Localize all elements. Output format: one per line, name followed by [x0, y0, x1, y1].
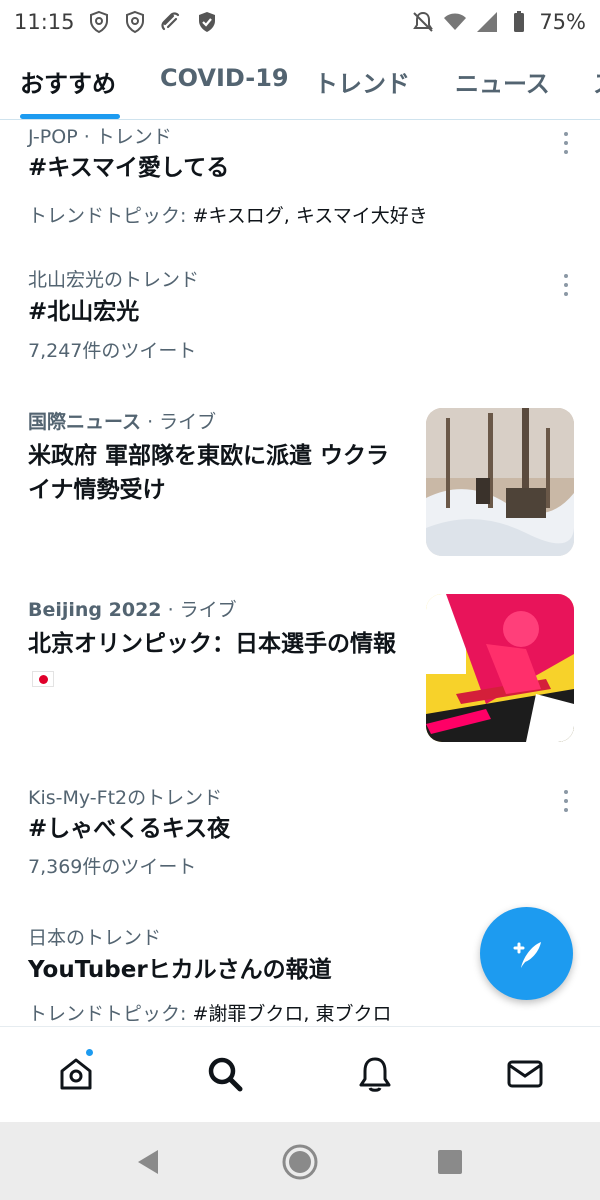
signal-icon [475, 10, 499, 34]
news-title: 米政府 軍部隊を東欧に派遣 ウクライナ情勢受け [28, 443, 390, 503]
live-label: · ライブ [141, 411, 217, 433]
wifi-icon [443, 10, 467, 34]
notifications-off-icon [411, 10, 435, 34]
messages-icon [507, 1060, 543, 1088]
live-label: · ライブ [161, 599, 237, 621]
compose-tweet-button[interactable] [480, 907, 573, 1000]
more-options-icon[interactable] [558, 129, 574, 157]
notifications-tab[interactable] [352, 1051, 398, 1097]
tab-sports[interactable]: ス [593, 64, 600, 99]
news-category: 国際ニュース · ライブ [28, 407, 216, 434]
more-options-icon[interactable] [558, 271, 574, 299]
link-icon [159, 10, 183, 34]
trend-topics-value: #謝罪ブクロ, 東ブクロ [192, 1003, 392, 1025]
system-navigation-bar [0, 1122, 600, 1200]
news-thumbnail[interactable] [426, 408, 574, 556]
news-thumbnail[interactable] [426, 594, 574, 742]
news-title-text: 北京オリンピック：日本選手の情報 [28, 631, 396, 657]
trend-title: YouTuberヒカルさんの報道 [28, 957, 332, 983]
battery-icon [507, 10, 531, 34]
status-bar: 11:15 75% [0, 0, 600, 44]
trend-item[interactable]: J-POP · トレンド #キスマイ愛してる トレンドトピック: #キスログ, … [0, 121, 600, 237]
trend-category: Kis-My-Ft2のトレンド [28, 787, 223, 809]
trend-title: #キスマイ愛してる [28, 155, 230, 181]
trend-category: J-POP · トレンド [28, 126, 172, 148]
search-tab[interactable] [202, 1051, 248, 1097]
home-icon [60, 1058, 92, 1090]
active-tab-indicator [20, 114, 120, 119]
trend-title: #北山宏光 [28, 299, 140, 325]
home-button-icon[interactable] [280, 1142, 320, 1182]
tweet-count: 7,369件のツイート [28, 856, 197, 878]
tab-news[interactable]: ニュース [455, 64, 550, 99]
news-title: 北京オリンピック：日本選手の情報 [28, 627, 413, 695]
trend-topics-label: トレンドトピック: [28, 205, 193, 227]
trend-topics: トレンドトピック: #キスログ, キスマイ大好き [28, 201, 428, 228]
explore-tabs: おすすめ COVID-19 トレンド ニュース ス [0, 44, 600, 120]
news-item[interactable]: 国際ニュース · ライブ 米政府 軍部隊を東欧に派遣 ウクライナ情勢受け [0, 391, 600, 571]
news-category: Beijing 2022 · ライブ [28, 595, 237, 622]
trends-feed: J-POP · トレンド #キスマイ愛してる トレンドトピック: #キスログ, … [0, 121, 600, 1026]
search-icon [208, 1057, 243, 1092]
unread-indicator [84, 1047, 95, 1058]
shield-icon [123, 10, 147, 34]
recents-icon[interactable] [430, 1142, 470, 1182]
news-source: 国際ニュース [28, 411, 142, 433]
compose-tweet-icon [513, 941, 541, 968]
status-time: 11:15 [14, 10, 75, 34]
messages-tab[interactable] [502, 1051, 548, 1097]
back-icon[interactable] [130, 1142, 170, 1182]
tab-covid19[interactable]: COVID-19 [160, 64, 289, 92]
news-item[interactable]: Beijing 2022 · ライブ 北京オリンピック：日本選手の情報 [0, 579, 600, 759]
notifications-icon [359, 1057, 391, 1092]
trend-topics-value: #キスログ, キスマイ大好き [192, 205, 428, 227]
tab-recommended[interactable]: おすすめ [20, 64, 116, 99]
trend-title: #しゃべくるキス夜 [28, 816, 231, 842]
tweet-count: 7,247件のツイート [28, 340, 197, 362]
news-source: Beijing 2022 [28, 599, 162, 621]
trend-item[interactable]: 北山宏光のトレンド #北山宏光 7,247件のツイート [0, 251, 600, 371]
more-options-icon[interactable] [558, 787, 574, 815]
trend-item[interactable]: Kis-My-Ft2のトレンド #しゃべくるキス夜 7,369件のツイート [0, 771, 600, 891]
tab-trending[interactable]: トレンド [314, 64, 410, 99]
japan-flag-icon [32, 670, 54, 687]
trend-category: 北山宏光のトレンド [28, 269, 200, 291]
trend-topics-label: トレンドトピック: [28, 1003, 193, 1025]
trend-category: 日本のトレンド [28, 927, 162, 949]
bottom-navigation [0, 1026, 600, 1122]
trend-topics: トレンドトピック: #謝罪ブクロ, 東ブクロ [28, 999, 391, 1026]
battery-percent: 75% [539, 10, 586, 34]
shield-icon [87, 10, 111, 34]
shield-check-icon [195, 10, 219, 34]
home-tab[interactable] [53, 1051, 99, 1097]
